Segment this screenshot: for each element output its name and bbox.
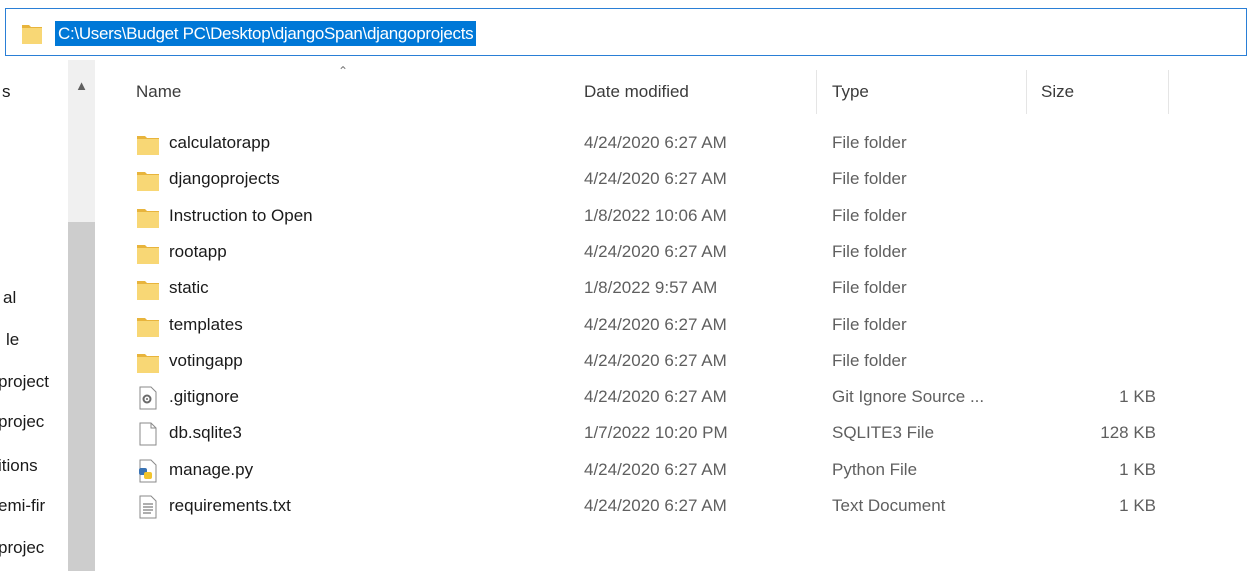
file-date-modified: 1/8/2022 9:57 AM [584,278,718,298]
file-name: rootapp [169,241,227,261]
settings-file-icon [136,386,160,410]
nav-item[interactable]: al [3,288,73,308]
folder-icon [136,314,160,338]
file-name: calculatorapp [169,133,271,152]
file-name: manage.py [169,459,254,479]
file-type: File folder [832,169,907,189]
file-name: .gitignore [169,387,239,407]
file-type: Python File [832,459,918,479]
file-date-modified: 4/24/2020 6:27 AM [584,496,727,515]
blank-file-icon [136,422,160,446]
folder-icon [136,132,160,156]
file-type: File folder [832,133,907,152]
folder-icon [136,350,160,374]
file-row[interactable]: templates 4/24/2020 6:27 AM File folder [118,307,1178,343]
address-path[interactable]: C:\Users\Budget PC\Desktop\djangoSpan\dj… [55,21,477,46]
nav-item[interactable]: project [0,372,68,392]
nav-item[interactable]: le [6,330,76,350]
file-name: Instruction to Open [169,205,313,225]
file-size: 1 KB [1119,496,1156,515]
file-name: requirements.txt [169,496,291,515]
column-header-name[interactable]: Name [136,82,181,106]
file-name: djangoprojects [169,169,280,189]
file-type: SQLITE3 File [832,423,935,443]
file-row[interactable]: requirements.txt 4/24/2020 6:27 AM Text Do… [118,488,1178,524]
column-separator[interactable] [816,70,817,114]
file-name: votingapp [169,350,243,370]
file-size: 128 KB [1100,423,1156,443]
file-type: File folder [832,241,907,261]
address-bar[interactable]: C:\Users\Budget PC\Desktop\djangoSpan\dj… [5,8,1247,56]
python-file-icon [136,459,160,483]
file-row[interactable]: djangoprojects 4/24/2020 6:27 AM File fold… [118,161,1178,197]
sort-ascending-icon: ⌃ [338,64,349,78]
text-file-icon [136,495,160,519]
scroll-up-icon[interactable]: ▲ [68,78,95,98]
file-size: 1 KB [1119,459,1156,479]
file-row[interactable]: db.sqlite3 1/7/2022 10:20 PM SQLITE3 File 1… [118,415,1178,451]
folder-icon [136,168,160,192]
file-date-modified: 4/24/2020 6:27 AM [584,241,727,261]
column-header-type[interactable]: Type [832,82,869,106]
file-date-modified: 1/7/2022 10:20 PM [584,423,728,443]
file-date-modified: 4/24/2020 6:27 AM [584,387,727,407]
nav-item[interactable]: projec [0,538,68,558]
file-type: File folder [832,350,907,370]
folder-icon [22,25,42,44]
folder-icon [136,205,160,229]
nav-item[interactable]: projec [0,412,68,432]
file-date-modified: 4/24/2020 6:27 AM [584,133,727,152]
column-header-date[interactable]: Date modified [584,82,689,106]
file-date-modified: 4/24/2020 6:27 AM [584,314,727,334]
nav-item[interactable]: s [2,82,72,102]
vertical-scrollbar[interactable]: ▲ [68,60,95,571]
file-row[interactable]: static 1/8/2022 9:57 AM File folder [118,270,1178,306]
file-type: File folder [832,205,907,225]
navigation-pane[interactable]: s al le project projec itions emi-fir pr… [0,60,95,571]
file-date-modified: 4/24/2020 6:27 AM [584,169,727,189]
column-header-size[interactable]: Size [1041,82,1074,106]
file-size: 1 KB [1119,387,1156,407]
file-name: templates [169,314,243,334]
folder-icon [136,241,160,265]
file-date-modified: 4/24/2020 6:27 AM [584,459,727,479]
column-separator[interactable] [1026,70,1027,114]
file-type: Git Ignore Source ... [832,387,985,407]
file-type: File folder [832,278,907,298]
file-row[interactable]: votingapp 4/24/2020 6:27 AM File folder [118,343,1178,379]
scrollbar-thumb[interactable] [68,222,95,571]
folder-icon [136,277,160,301]
file-name: db.sqlite3 [169,423,242,443]
file-row[interactable]: Instruction to Open 1/8/2022 10:06 AM File… [118,198,1178,234]
nav-item[interactable]: emi-fir [0,496,68,516]
file-row[interactable]: calculatorapp 4/24/2020 6:27 AM File folde… [118,125,1178,161]
nav-item[interactable]: itions [0,456,68,476]
file-row[interactable]: .gitignore 4/24/2020 6:27 AM Git Ignore So… [118,379,1178,415]
file-date-modified: 4/24/2020 6:27 AM [584,350,727,370]
file-row[interactable]: manage.py 4/24/2020 6:27 AM Python File 1 K… [118,452,1178,488]
file-type: File folder [832,314,907,334]
file-name: static [169,278,209,298]
file-row[interactable]: rootapp 4/24/2020 6:27 AM File folder [118,234,1178,270]
column-separator[interactable] [1168,70,1169,114]
file-type: Text Document [832,496,946,515]
file-date-modified: 1/8/2022 10:06 AM [584,205,727,225]
